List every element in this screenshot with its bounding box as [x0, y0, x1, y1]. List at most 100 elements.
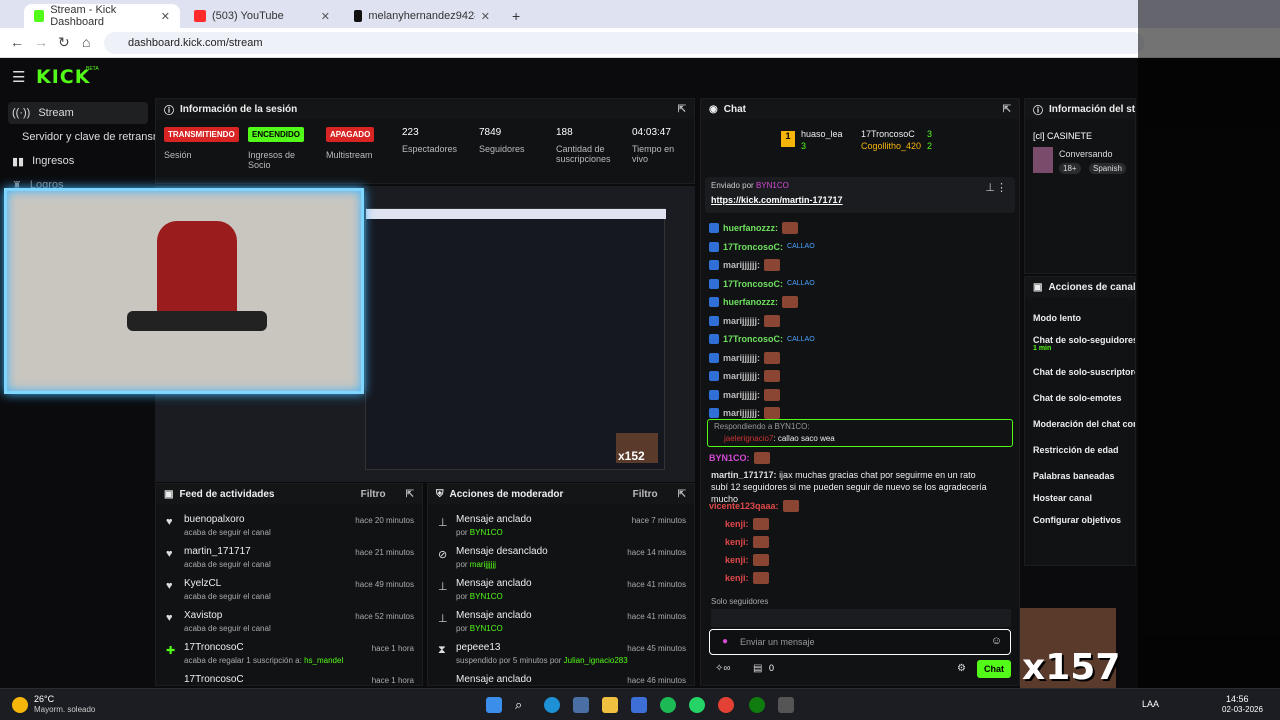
- followers-only-label: Solo seguidores: [711, 597, 769, 606]
- badge-caption: Sesión: [164, 150, 192, 160]
- forward-icon[interactable]: →: [34, 34, 48, 50]
- search-icon[interactable]: ⌕: [515, 697, 531, 713]
- chat-user[interactable]: 17TroncosoC:: [723, 242, 783, 252]
- popout-icon[interactable]: ⇱: [406, 489, 414, 500]
- whatsapp-icon[interactable]: [689, 697, 705, 713]
- pin-icon[interactable]: ⊥: [985, 181, 995, 194]
- action-banned-words[interactable]: Palabras baneadas: [1033, 471, 1115, 481]
- mod-item: ⊥ Mensaje anclado por BYN1CO hace 41 minuto…: [428, 610, 694, 642]
- feed-user: 17TroncosoC: [184, 642, 244, 653]
- tab-kick-dashboard[interactable]: Stream - Kick Dashboard ✕: [24, 4, 180, 28]
- moderator-badge-icon: [709, 241, 719, 252]
- popout-icon[interactable]: ⇱: [678, 489, 686, 500]
- heart-icon: ♥: [166, 548, 173, 560]
- chat-user[interactable]: 17TroncosoC:: [723, 279, 783, 289]
- edge-icon[interactable]: [544, 697, 560, 713]
- browser-tab-bar: Stream - Kick Dashboard ✕ (503) YouTube …: [0, 0, 1280, 28]
- settings-icon[interactable]: ⚙: [957, 663, 966, 674]
- action-configure-goals[interactable]: Configurar objetivos: [1033, 515, 1121, 525]
- shield-icon: ⛨: [436, 488, 444, 500]
- chat-user: kenji:: [725, 573, 749, 583]
- chat-user[interactable]: marijjjjjj:: [723, 390, 760, 400]
- filter-button[interactable]: Filtro: [361, 489, 386, 500]
- spotify-icon[interactable]: [660, 697, 676, 713]
- xbox-icon[interactable]: [749, 697, 765, 713]
- emote-icon: [764, 388, 781, 401]
- windows-start-icon[interactable]: [486, 697, 502, 713]
- action-subs-only[interactable]: Chat de solo-suscriptores: [1033, 367, 1135, 377]
- gift-icon: ✚: [166, 645, 176, 657]
- close-tab-icon[interactable]: ✕: [481, 10, 490, 23]
- explorer-icon[interactable]: [602, 697, 618, 713]
- chat-line: huerfanozzz:: [709, 221, 798, 235]
- moderator-badge-icon: [709, 297, 719, 307]
- back-icon[interactable]: ←: [10, 34, 24, 50]
- beta-tag: BETA: [86, 66, 99, 72]
- pin-icon: ⊥: [438, 613, 448, 625]
- mod-user: BYN1CO: [469, 592, 503, 601]
- stat-label: Cantidad de suscripciones: [556, 144, 611, 164]
- pin-icon: ⊥: [438, 517, 448, 529]
- overlay-chat-strip: [1138, 0, 1280, 688]
- feed-item: ♥ Xavistop acaba de seguir el canal hace 52…: [156, 610, 422, 642]
- filter-button[interactable]: Filtro: [633, 489, 658, 500]
- kick-logo[interactable]: KICK: [36, 66, 90, 88]
- chat-input[interactable]: ● Enviar un mensaje ☺: [709, 629, 1011, 655]
- chrome-icon[interactable]: [718, 697, 734, 713]
- chat-user[interactable]: marijjjjjj:: [723, 260, 760, 270]
- panel-header: ⓘ Información del stream: [1025, 99, 1135, 119]
- tab-youtube[interactable]: (503) YouTube ✕: [184, 4, 340, 28]
- hamburger-menu-icon[interactable]: ☰: [12, 68, 25, 86]
- gift-icon[interactable]: ▤: [753, 663, 762, 674]
- mod-item: ⧗ pepeee13 suspendido por 5 minutos por Ju…: [428, 642, 694, 674]
- points-count: 0: [769, 663, 775, 673]
- app-icon[interactable]: [778, 697, 794, 713]
- language-indicator[interactable]: LAA: [1142, 699, 1159, 709]
- mod-item: Mensaje anclado hace 46 minutos: [428, 674, 694, 685]
- calendar-icon[interactable]: [631, 697, 647, 713]
- tab-tiktok[interactable]: melanyhernandez9428 (@mela ✕: [344, 4, 500, 28]
- url-input[interactable]: dashboard.kick.com/stream: [104, 32, 1144, 54]
- chat-user[interactable]: marijjjjjj:: [723, 353, 760, 363]
- more-icon[interactable]: ⋮: [996, 181, 1007, 194]
- mod-time: hace 45 minutos: [627, 644, 686, 653]
- home-icon[interactable]: ⌂: [82, 34, 90, 50]
- points-icon[interactable]: ✧∞: [715, 663, 731, 674]
- sidebar-item-stream[interactable]: ((·)) Stream: [8, 102, 148, 124]
- popout-icon[interactable]: ⇱: [1003, 104, 1011, 115]
- mic-icon[interactable]: ●: [722, 636, 728, 647]
- action-followers-only[interactable]: Chat de solo-seguidores: [1033, 335, 1135, 345]
- chat-line: marijjjjjj:: [709, 369, 781, 383]
- send-chat-button[interactable]: Chat: [977, 660, 1011, 678]
- captured-emote-overlay: x152: [616, 433, 658, 463]
- chat-line: kenji:: [725, 571, 769, 585]
- popout-icon[interactable]: ⇱: [678, 104, 686, 115]
- chat-user[interactable]: huerfanozzz:: [723, 223, 778, 233]
- chat-user[interactable]: marijjjjjj:: [723, 408, 760, 418]
- panel-title: Acciones de moderador: [449, 488, 564, 500]
- chat-user[interactable]: 17TroncosoC:: [723, 334, 783, 344]
- emoji-icon[interactable]: ☺: [991, 635, 1002, 647]
- close-tab-icon[interactable]: ✕: [321, 10, 330, 23]
- action-host-channel[interactable]: Hostear canal: [1033, 493, 1092, 503]
- action-emotes-only[interactable]: Chat de solo-emotes: [1033, 393, 1122, 403]
- chat-user[interactable]: marijjjjjj:: [723, 316, 760, 326]
- action-ai-moderation[interactable]: Moderación del chat con IA: [1033, 419, 1135, 429]
- chat-user: kenji:: [725, 537, 749, 547]
- close-tab-icon[interactable]: ✕: [161, 10, 170, 23]
- subs-stat: 188 Cantidad de suscripciones: [556, 127, 620, 164]
- new-tab-button[interactable]: +: [502, 4, 526, 28]
- emote-bar[interactable]: [711, 609, 1011, 627]
- sidebar-item-income[interactable]: ▮▮ Ingresos: [8, 150, 148, 172]
- chat-line: BYN1CO:: [709, 451, 770, 465]
- pinned-link[interactable]: https://kick.com/martin-171717: [711, 195, 843, 205]
- action-slow-mode[interactable]: Modo lento: [1033, 313, 1081, 323]
- store-icon[interactable]: [573, 697, 589, 713]
- mod-user: Julian_ignacio283: [563, 656, 628, 665]
- chat-user[interactable]: huerfanozzz:: [723, 297, 778, 307]
- reload-icon[interactable]: ↻: [58, 34, 70, 51]
- chat-user[interactable]: marijjjjjj:: [723, 371, 760, 381]
- sidebar-item-server-key[interactable]: Servidor y clave de retransm: [8, 126, 162, 148]
- mod-by: por marijjjjjj: [456, 560, 496, 569]
- action-age-restriction[interactable]: Restricción de edad: [1033, 445, 1119, 455]
